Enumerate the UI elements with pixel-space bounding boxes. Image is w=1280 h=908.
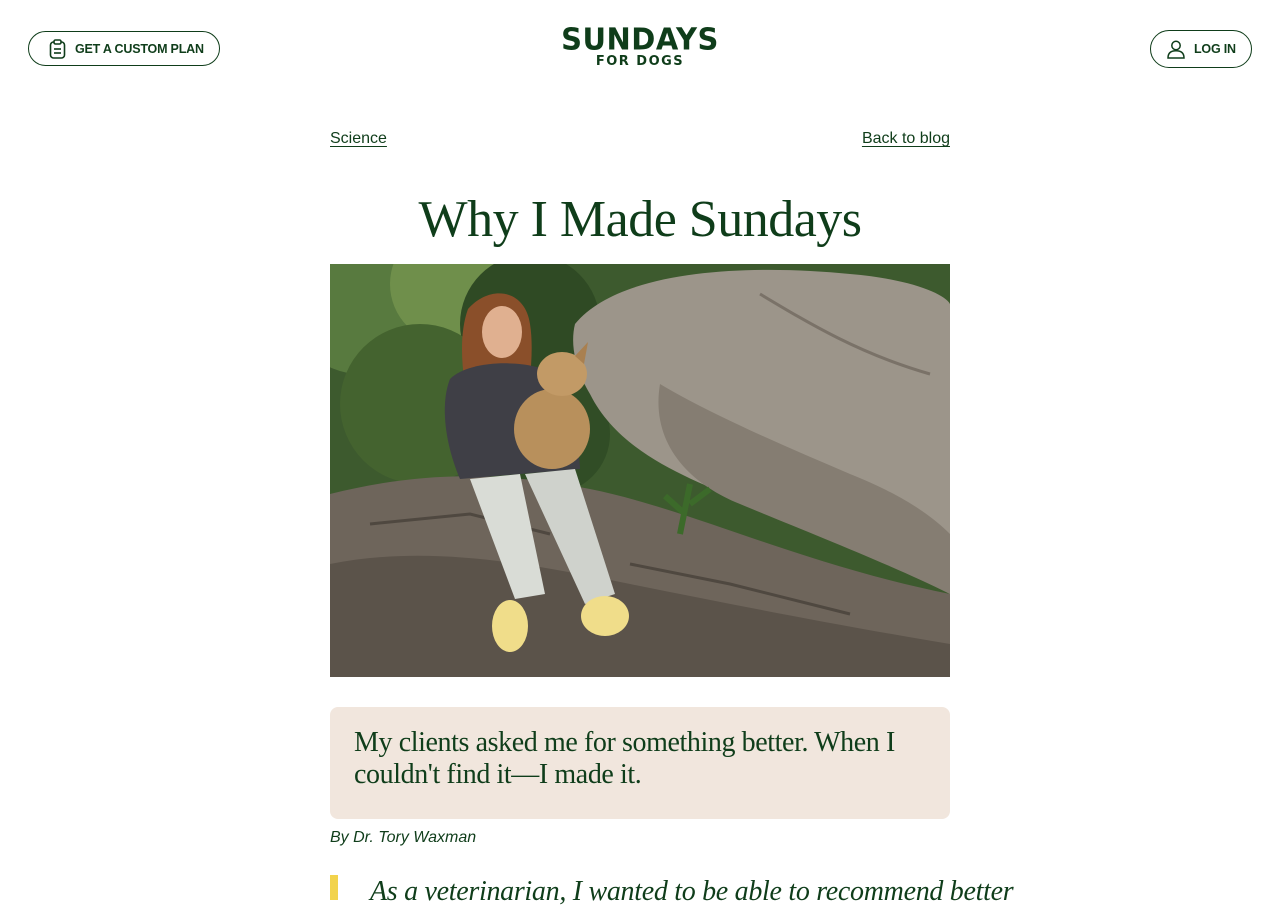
breadcrumb: Science Back to blog xyxy=(330,130,950,154)
logo-tagline: FOR DOGS xyxy=(595,54,685,69)
article-summary-text: My clients asked me for something better… xyxy=(354,727,895,790)
site-logo[interactable]: SUNDAYS FOR DOGS xyxy=(560,21,720,69)
author-byline: By Dr. Tory Waxman xyxy=(330,829,477,846)
article-summary-box: My clients asked me for something better… xyxy=(330,707,950,819)
pull-quote-text: As a veterinarian, I wanted to be able t… xyxy=(370,876,1014,907)
category-link[interactable]: Science xyxy=(330,130,387,148)
log-in-button[interactable]: LOG IN xyxy=(1150,30,1252,68)
clipboard-icon xyxy=(49,38,66,59)
log-in-label: LOG IN xyxy=(1194,42,1236,56)
site-header: GET A CUSTOM PLAN SUNDAYS FOR DOGS LOG I… xyxy=(0,0,1280,100)
logo-wordmark: SUNDAYS xyxy=(561,21,719,57)
get-custom-plan-label: GET A CUSTOM PLAN xyxy=(75,41,204,56)
article-title: Why I Made Sundays xyxy=(418,191,862,248)
hero-image xyxy=(330,264,950,677)
pull-quote-bar xyxy=(330,875,338,900)
get-custom-plan-button[interactable]: GET A CUSTOM PLAN xyxy=(28,31,220,66)
back-to-blog-link[interactable]: Back to blog xyxy=(862,130,950,148)
user-icon xyxy=(1167,40,1185,59)
